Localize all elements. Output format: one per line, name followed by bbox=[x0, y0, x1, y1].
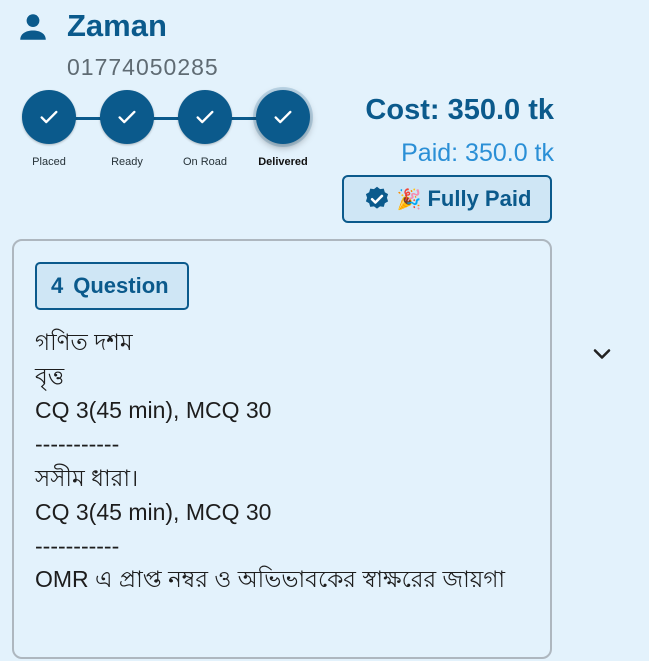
detail-line: CQ 3(45 min), MCQ 30 bbox=[35, 499, 272, 525]
step-delivered: Delivered bbox=[244, 90, 322, 168]
step-label: On Road bbox=[182, 156, 228, 168]
question-details: গণিত দশম বৃত্ত CQ 3(45 min), MCQ 30 ----… bbox=[35, 325, 535, 595]
step-circle bbox=[100, 90, 154, 144]
order-cost: Cost: 350.0 tk bbox=[365, 94, 554, 126]
question-count: 4 bbox=[51, 273, 64, 298]
step-ready: Ready bbox=[88, 90, 166, 168]
question-card: 4 Question গণিত দশম বৃত্ত CQ 3(45 min), … bbox=[12, 239, 552, 659]
step-circle bbox=[178, 90, 232, 144]
payment-status-badge: 🎉 Fully Paid bbox=[342, 175, 552, 223]
detail-line: বৃত্ত bbox=[35, 363, 65, 389]
check-icon bbox=[118, 110, 136, 124]
order-status-stepper: Placed Ready On Road Delivered bbox=[10, 90, 310, 180]
step-label: Delivered bbox=[258, 156, 308, 168]
detail-line: গণিত দশম bbox=[35, 329, 133, 355]
step-label: Ready bbox=[111, 156, 143, 168]
detail-line: CQ 3(45 min), MCQ 30 bbox=[35, 397, 272, 423]
question-label: Question bbox=[73, 273, 169, 298]
step-on-road: On Road bbox=[166, 90, 244, 168]
detail-separator: ----------- bbox=[35, 533, 120, 559]
chevron-down-icon[interactable] bbox=[590, 342, 614, 366]
step-circle bbox=[256, 90, 310, 144]
check-icon bbox=[274, 110, 292, 124]
customer-phone: 01774050285 bbox=[67, 54, 219, 80]
detail-line: সসীম ধারা। bbox=[35, 465, 139, 491]
party-popper-icon: 🎉 bbox=[396, 188, 422, 211]
verified-badge-icon bbox=[365, 186, 388, 209]
detail-separator: ----------- bbox=[35, 431, 120, 457]
detail-line: OMR এ প্রাপ্ত নম্বর ও অভিভাবকের স্বাক্ষর… bbox=[35, 566, 506, 592]
check-icon bbox=[40, 110, 58, 124]
customer-name: Zaman bbox=[67, 8, 167, 43]
question-count-badge: 4 Question bbox=[35, 262, 189, 310]
step-label: Placed bbox=[32, 156, 66, 168]
payment-status-label: Fully Paid bbox=[427, 186, 532, 211]
person-icon bbox=[20, 14, 46, 40]
step-placed: Placed bbox=[10, 90, 88, 168]
order-paid-amount: Paid: 350.0 tk bbox=[401, 139, 554, 167]
check-icon bbox=[196, 110, 214, 124]
step-circle bbox=[22, 90, 76, 144]
